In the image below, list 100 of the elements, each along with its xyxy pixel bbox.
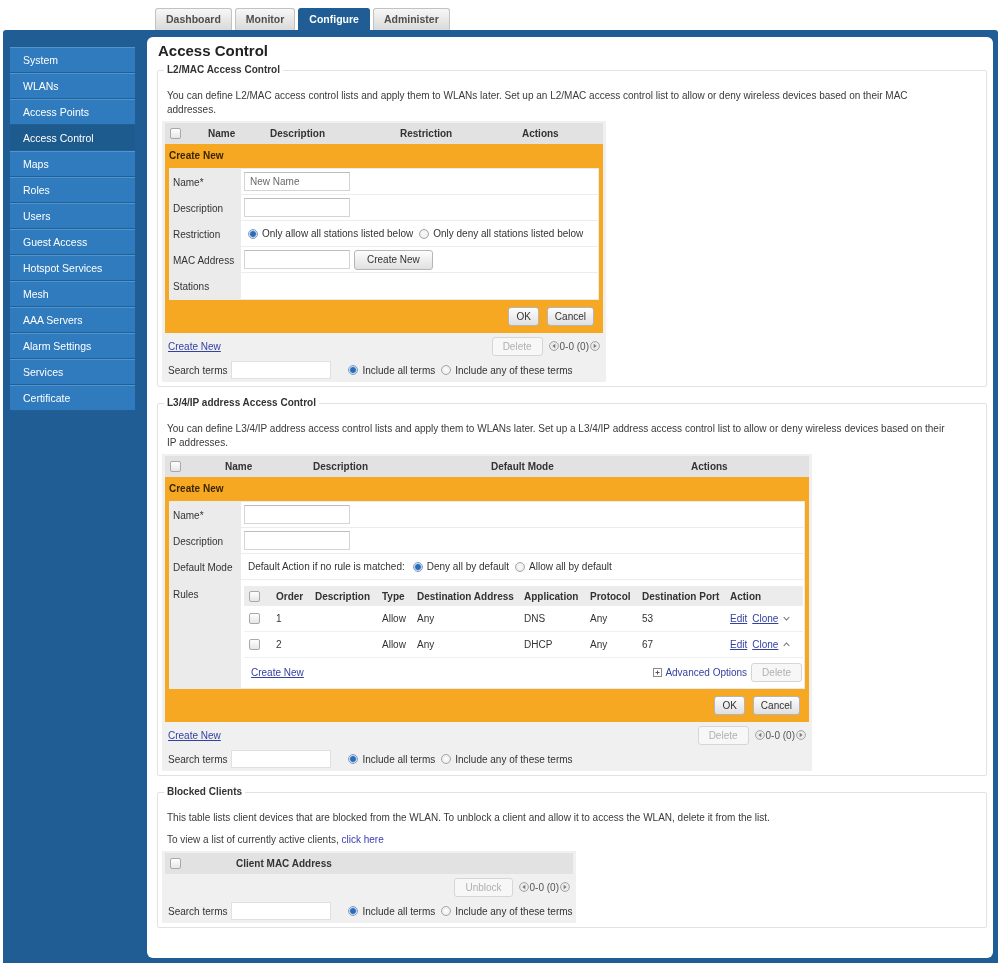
radio-label[interactable]: Only allow all stations listed below	[262, 228, 414, 239]
radio-button[interactable]	[441, 906, 452, 916]
next-page-icon[interactable]	[590, 341, 600, 351]
radio-button[interactable]	[441, 365, 452, 375]
sidebar-item[interactable]: Access Control	[10, 125, 135, 151]
column-header: Default Mode	[491, 461, 555, 472]
checkbox[interactable]	[249, 613, 260, 624]
sidebar-item[interactable]: Alarm Settings	[10, 333, 135, 359]
radio-label[interactable]: Allow all by default	[529, 561, 612, 572]
chevron-down-icon[interactable]	[783, 616, 791, 621]
radio-label[interactable]: Only deny all stations listed below	[433, 228, 584, 239]
radio-button[interactable]	[412, 561, 423, 572]
table-cell: Allow	[382, 639, 406, 650]
sidebar-item[interactable]: WLANs	[10, 73, 135, 99]
sidebar-item[interactable]: Mesh	[10, 281, 135, 307]
table-cell: Any	[417, 639, 435, 650]
radio-button[interactable]	[441, 754, 452, 764]
column-header: Description	[270, 128, 326, 139]
sidebar-item[interactable]: Services	[10, 359, 135, 385]
pager-range: 0-0 (0)	[765, 729, 795, 741]
radio-label[interactable]: Include any of these terms	[455, 753, 573, 765]
section-title: L2/MAC Access Control	[166, 64, 281, 76]
column-header: Description	[313, 461, 369, 472]
radio-button[interactable]	[348, 365, 359, 375]
table-cell: 2	[276, 639, 282, 650]
clone-link[interactable]: Clone	[752, 613, 779, 624]
table-cell: 1	[276, 613, 282, 624]
column-header: Action	[730, 590, 763, 602]
cancel-button[interactable]: Cancel	[546, 307, 594, 326]
radio-label[interactable]: Include any of these terms	[455, 905, 573, 917]
radio-button[interactable]	[419, 228, 430, 239]
section-title: Blocked Clients	[166, 786, 244, 798]
sidebar-item[interactable]: Access Points	[10, 99, 135, 125]
chevron-up-icon[interactable]	[783, 642, 791, 647]
checkbox[interactable]	[249, 590, 260, 602]
checkbox[interactable]	[170, 461, 181, 472]
checkbox[interactable]	[170, 128, 181, 139]
nav-tab[interactable]: Administer	[372, 8, 450, 30]
next-page-icon[interactable]	[796, 730, 806, 740]
search-field[interactable]	[231, 902, 332, 920]
radio-button[interactable]	[348, 754, 359, 764]
field-label: Description	[170, 195, 241, 221]
radio-button[interactable]	[515, 561, 526, 572]
sidebar-item[interactable]: Maps	[10, 151, 135, 177]
clone-link[interactable]: Clone	[752, 639, 779, 650]
edit-link[interactable]: Edit	[730, 639, 748, 650]
plus-box-icon	[653, 667, 663, 677]
column-header: Actions	[691, 461, 729, 472]
edit-link[interactable]: Edit	[730, 613, 748, 624]
page-title: Access Control	[157, 41, 270, 61]
sidebar-item[interactable]: Users	[10, 203, 135, 229]
previous-page-icon[interactable]	[754, 730, 765, 740]
radio-button[interactable]	[248, 228, 258, 239]
column-header: Restriction	[400, 128, 454, 139]
radio-label[interactable]: Include all terms	[362, 364, 436, 376]
field-label: MAC Address	[170, 247, 241, 273]
sidebar-item[interactable]: Certificate	[10, 385, 135, 411]
field-label: Name*	[170, 502, 241, 528]
nav-tab[interactable]: Configure	[298, 8, 370, 30]
description-text: To view a list of currently active clients, click here	[167, 832, 385, 846]
sidebar-item[interactable]: AAA Servers	[10, 307, 135, 333]
field-label: Rules	[170, 580, 241, 688]
search-field[interactable]	[231, 750, 332, 768]
radio-label[interactable]: Include any of these terms	[455, 364, 573, 376]
nav-tab[interactable]: Monitor	[234, 8, 296, 30]
pager-range: 0-0 (0)	[529, 881, 559, 893]
next-page-icon[interactable]	[560, 882, 570, 892]
checkbox[interactable]	[249, 639, 260, 650]
create-new-link[interactable]: Create New	[168, 340, 221, 352]
text-field[interactable]	[244, 505, 350, 524]
create-new-link[interactable]: Create New	[168, 729, 221, 741]
ok-button[interactable]: OK	[508, 307, 539, 326]
previous-page-icon[interactable]	[548, 341, 559, 351]
nav-tab[interactable]: Dashboard	[155, 8, 232, 30]
radio-label[interactable]: Deny all by default	[426, 561, 510, 572]
previous-page-icon[interactable]	[518, 882, 529, 892]
text-field[interactable]	[244, 531, 350, 550]
create-new-button[interactable]: Create New	[354, 249, 433, 270]
column-header: Application	[524, 590, 580, 602]
sidebar-item[interactable]: Roles	[10, 177, 135, 203]
pager-range: 0-0 (0)	[559, 340, 589, 352]
sidebar-item[interactable]: Hotspot Services	[10, 255, 135, 281]
advanced-options-link[interactable]: Advanced Options	[653, 666, 748, 678]
table-cell: Any	[417, 613, 435, 624]
text-field[interactable]	[244, 250, 350, 269]
column-header: Actions	[522, 128, 560, 139]
sidebar-item[interactable]: System	[10, 47, 135, 73]
sidebar-item[interactable]: Guest Access	[10, 229, 135, 255]
radio-label[interactable]: Include all terms	[362, 905, 436, 917]
create-new-link[interactable]: Create New	[251, 666, 304, 678]
click-here-link[interactable]: click here	[341, 833, 384, 845]
search-field[interactable]	[231, 361, 332, 379]
text-field[interactable]	[244, 198, 350, 217]
cancel-button[interactable]: Cancel	[752, 696, 800, 715]
ok-button[interactable]: OK	[714, 696, 745, 715]
radio-label[interactable]: Include all terms	[362, 753, 436, 765]
text-field[interactable]: New Name	[244, 172, 350, 191]
checkbox[interactable]	[170, 858, 181, 869]
radio-button[interactable]	[348, 906, 359, 916]
create-form-title: Create New	[169, 482, 225, 496]
